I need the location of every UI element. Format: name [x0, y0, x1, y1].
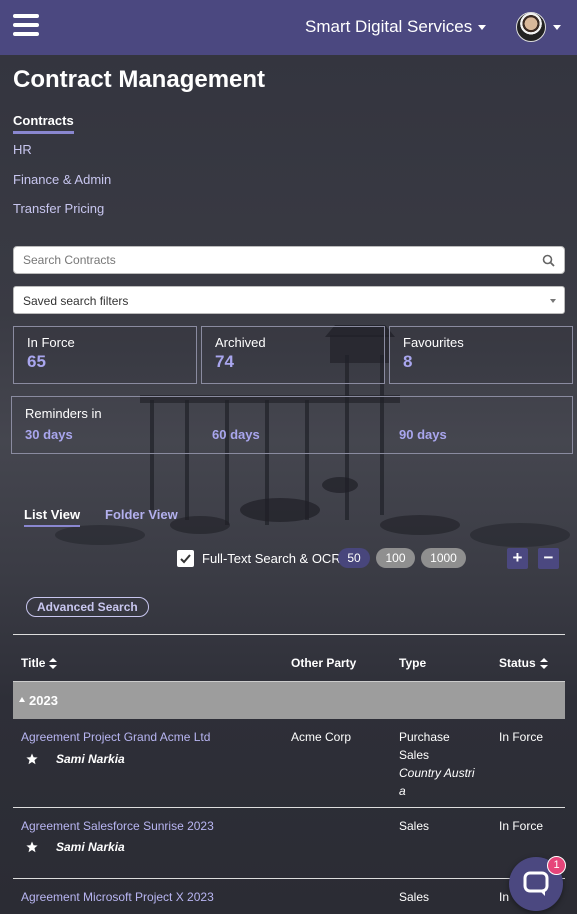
stat-card-favourites[interactable]: Favourites 8: [389, 326, 573, 384]
chevron-down-icon: [478, 24, 487, 30]
column-header-label: Title: [21, 656, 46, 670]
user-avatar[interactable]: [516, 12, 546, 42]
nav-item-hr[interactable]: HR: [13, 142, 32, 157]
row-owner: Sami Narkia: [56, 840, 125, 854]
row-status: In: [499, 890, 510, 904]
top-navigation-bar: Smart Digital Services: [0, 0, 577, 55]
fulltext-search-label: Full-Text Search & OCR: [202, 551, 341, 566]
row-owner: Sami Narkia: [56, 752, 125, 766]
fulltext-search-checkbox[interactable]: [177, 550, 194, 567]
row-divider: [13, 807, 565, 808]
row-type: Purchase: [399, 730, 450, 744]
row-status: In Force: [499, 819, 544, 833]
column-header-other-party: Other Party: [291, 656, 356, 670]
row-status: In Force: [499, 730, 544, 744]
page-size-50[interactable]: 50: [338, 548, 370, 568]
reminder-30-days[interactable]: 30 days: [25, 427, 73, 442]
stat-card-archived[interactable]: Archived 74: [201, 326, 385, 384]
group-label: 2023: [29, 693, 58, 708]
advanced-search-button[interactable]: Advanced Search: [26, 597, 149, 617]
organization-name: Smart Digital Services: [305, 17, 473, 36]
nav-item-transfer-pricing[interactable]: Transfer Pricing: [13, 201, 104, 216]
row-type: Sales: [399, 748, 430, 762]
column-header-type: Type: [399, 656, 426, 670]
row-type-extra: a: [399, 784, 406, 798]
row-type: Sales: [399, 890, 430, 904]
row-title-link[interactable]: Agreement Microsoft Project X 2023: [21, 890, 214, 904]
saved-filters-select[interactable]: Saved search filters: [13, 286, 565, 314]
star-icon[interactable]: [26, 753, 38, 765]
stat-label: In Force: [27, 335, 75, 350]
search-input[interactable]: [14, 247, 524, 273]
table-top-border: [13, 634, 565, 635]
column-header-label: Type: [399, 656, 427, 670]
column-header-status[interactable]: Status: [499, 656, 548, 670]
reminder-60-days[interactable]: 60 days: [212, 427, 260, 442]
chat-notification-badge: 1: [547, 856, 566, 875]
page-size-1000[interactable]: 1000: [421, 548, 466, 568]
row-title-link[interactable]: Agreement Salesforce Sunrise 2023: [21, 819, 214, 833]
stat-label: Favourites: [403, 335, 464, 350]
dropdown-arrow-icon: [550, 299, 556, 303]
star-icon[interactable]: [26, 841, 38, 853]
reminders-card: Reminders in 30 days 60 days 90 days: [11, 396, 573, 454]
column-header-label: Status: [499, 656, 536, 670]
search-icon[interactable]: [542, 254, 555, 267]
stat-value: 65: [27, 352, 46, 371]
column-header-label: Other Party: [291, 656, 357, 670]
stat-label: Archived: [215, 335, 266, 350]
page-title: Contract Management: [13, 66, 266, 93]
nav-item-finance-admin[interactable]: Finance & Admin: [13, 172, 111, 187]
tab-folder-view[interactable]: Folder View: [105, 507, 178, 522]
row-type-extra: Country Austri: [399, 766, 475, 780]
stat-value: 8: [403, 352, 413, 371]
tab-list-view[interactable]: List View: [24, 507, 81, 527]
collapse-group-icon: [19, 697, 25, 702]
saved-filters-value: Saved search filters: [23, 294, 129, 308]
collapse-all-button[interactable]: −: [538, 548, 559, 569]
chat-bubble-icon: [523, 871, 549, 896]
sort-icon: [539, 657, 548, 669]
sort-icon: [49, 657, 58, 669]
reminder-90-days[interactable]: 90 days: [399, 427, 447, 442]
search-box: [13, 246, 565, 274]
page-size-100[interactable]: 100: [376, 548, 415, 568]
column-header-title[interactable]: Title: [21, 656, 58, 670]
avatar-chevron-down-icon[interactable]: [553, 25, 561, 30]
row-type: Sales: [399, 819, 430, 833]
stat-value: 74: [215, 352, 234, 371]
stat-card-in-force[interactable]: In Force 65: [13, 326, 197, 384]
row-divider: [13, 878, 565, 879]
nav-item-contracts[interactable]: Contracts: [13, 113, 74, 134]
checkmark-icon: [180, 554, 191, 564]
row-other-party: Acme Corp: [291, 730, 352, 744]
hamburger-menu-icon[interactable]: [13, 14, 39, 38]
organization-switcher[interactable]: Smart Digital Services: [305, 17, 487, 37]
table-group-row[interactable]: 2023: [13, 681, 565, 719]
expand-all-button[interactable]: +: [507, 548, 528, 569]
row-title-link[interactable]: Agreement Project Grand Acme Ltd: [21, 730, 210, 744]
reminders-label: Reminders in: [25, 406, 102, 421]
